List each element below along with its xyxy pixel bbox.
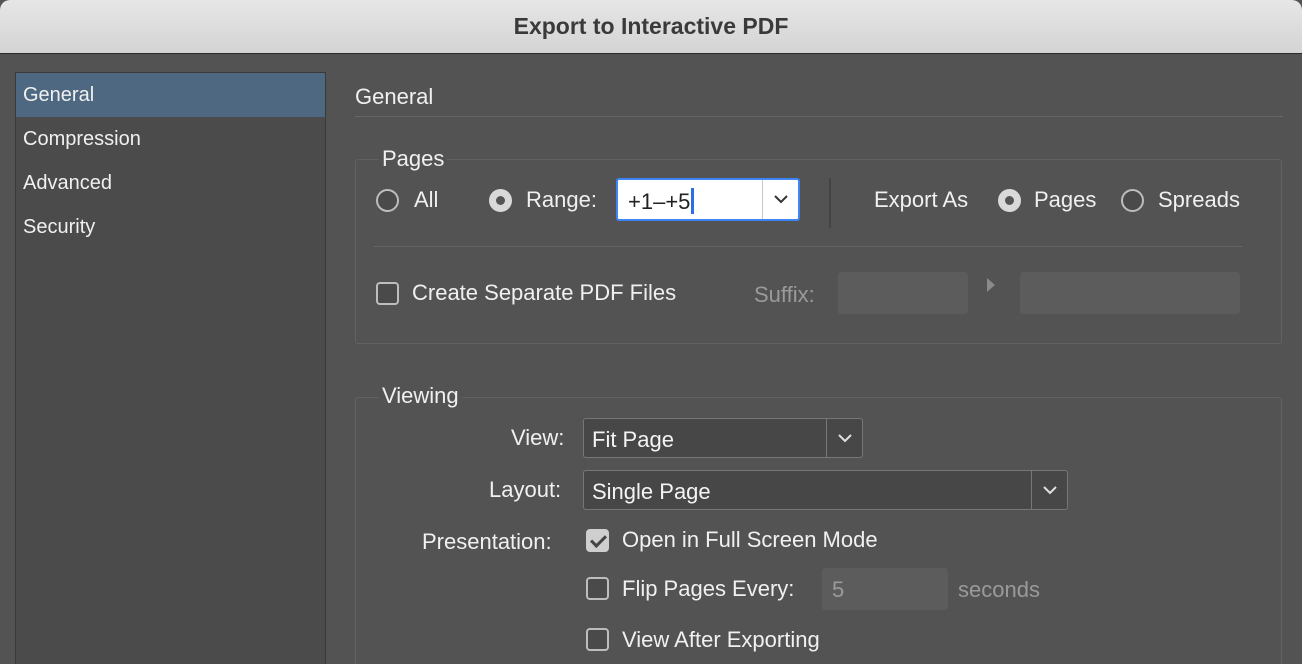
chevron-right-icon xyxy=(986,278,996,292)
sidebar-item-advanced[interactable]: Advanced xyxy=(16,161,325,205)
view-after-label: View After Exporting xyxy=(622,627,820,652)
flip-pages-checkbox[interactable] xyxy=(586,577,609,600)
presentation-label: Presentation: xyxy=(422,529,552,554)
layout-select[interactable]: Single Page xyxy=(583,470,1068,510)
export-as-label: Export As xyxy=(874,187,969,212)
range-input[interactable]: +1–+5 xyxy=(618,180,762,219)
range-radio[interactable] xyxy=(489,189,512,212)
pages-divider xyxy=(373,246,1243,247)
separate-pdf-checkbox[interactable] xyxy=(376,282,399,305)
pages-group-label: Pages xyxy=(379,146,448,172)
export-pages-radio[interactable] xyxy=(998,189,1021,212)
vertical-divider xyxy=(829,178,831,228)
flip-pages-label: Flip Pages Every: xyxy=(622,576,795,601)
sidebar-item-general[interactable]: General xyxy=(16,73,325,117)
flip-seconds-field[interactable]: 5 xyxy=(822,568,948,610)
range-combo[interactable]: +1–+5 xyxy=(616,178,800,221)
flip-seconds-value: 5 xyxy=(832,577,845,602)
title-divider xyxy=(355,116,1283,117)
full-screen-checkbox[interactable] xyxy=(586,529,609,552)
viewing-group-label: Viewing xyxy=(379,383,462,409)
view-value: Fit Page xyxy=(592,427,674,452)
chevron-down-icon[interactable] xyxy=(762,180,798,219)
chevron-down-icon[interactable] xyxy=(1031,471,1067,509)
chevron-down-icon[interactable] xyxy=(826,419,862,457)
sidebar-item-security[interactable]: Security xyxy=(16,205,325,249)
sidebar: General Compression Advanced Security xyxy=(15,72,326,664)
pages-group xyxy=(355,159,1282,344)
title-bar: Export to Interactive PDF xyxy=(0,0,1302,54)
page-title: General xyxy=(355,84,434,109)
full-screen-label: Open in Full Screen Mode xyxy=(622,527,878,552)
export-spreads-radio[interactable] xyxy=(1121,189,1144,212)
window-title: Export to Interactive PDF xyxy=(513,13,789,39)
range-label: Range: xyxy=(526,187,597,212)
export-spreads-label: Spreads xyxy=(1158,187,1240,212)
sidebar-item-compression[interactable]: Compression xyxy=(16,117,325,161)
separate-pdf-label: Create Separate PDF Files xyxy=(412,280,677,305)
seconds-label: seconds xyxy=(958,577,1040,602)
view-after-checkbox[interactable] xyxy=(586,628,609,651)
all-label: All xyxy=(414,187,439,212)
suffix-preset-field[interactable] xyxy=(1020,272,1240,314)
all-radio[interactable] xyxy=(376,189,399,212)
view-label: View: xyxy=(511,425,565,450)
suffix-field[interactable] xyxy=(838,272,968,314)
layout-label: Layout: xyxy=(489,477,562,502)
layout-value: Single Page xyxy=(592,479,711,504)
suffix-label: Suffix: xyxy=(754,282,815,307)
export-pages-label: Pages xyxy=(1034,187,1097,212)
view-select[interactable]: Fit Page xyxy=(583,418,863,458)
